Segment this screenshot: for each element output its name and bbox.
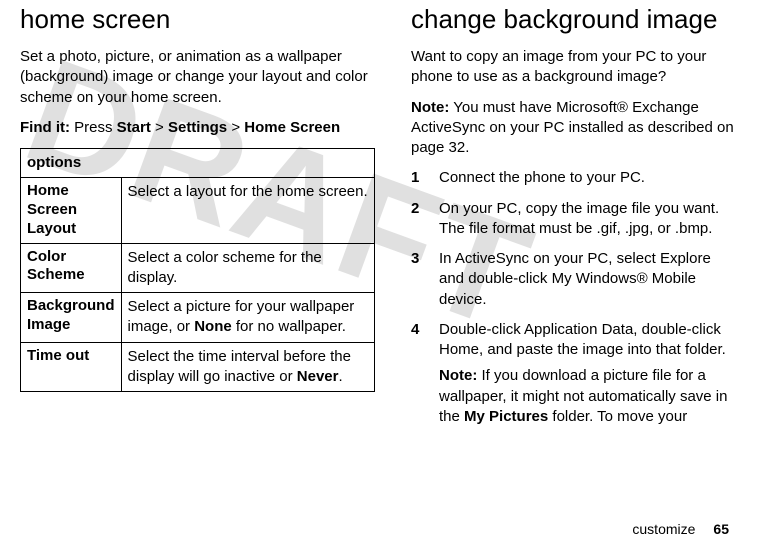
step-number: 4 [411, 320, 439, 427]
step-pre: Double-click [439, 321, 524, 338]
step-mid2: , double-click [633, 321, 721, 338]
options-header: options [21, 149, 375, 178]
find-it-path-2: Home Screen [244, 119, 340, 136]
find-it-path-0: Start [117, 119, 151, 136]
right-intro: Want to copy an image from your PC to yo… [411, 47, 737, 88]
step-subnote: Note: If you download a picture file for… [439, 366, 737, 427]
find-it-line: Find it: Press Start > Settings > Home S… [20, 118, 375, 138]
list-item: 1 Connect the phone to your PC. [411, 168, 737, 188]
step-text: In ActiveSync on your PC, select Explore… [439, 249, 737, 310]
right-heading: change background image [411, 2, 737, 37]
step-text: Double-click Application Data, double-cl… [439, 320, 737, 427]
option-desc-bold: Never [297, 368, 339, 385]
step-number: 3 [411, 249, 439, 310]
step-mid1: Application Data [524, 321, 633, 338]
option-desc: Select the time interval before the disp… [121, 342, 374, 392]
option-name: Time out [21, 342, 122, 392]
step-mid1: Explore [660, 250, 711, 267]
step-pre: In ActiveSync on your PC, select [439, 250, 660, 267]
step-mid2: and double-click [439, 270, 552, 287]
find-it-label: Find it: [20, 119, 70, 136]
footer-page-number: 65 [713, 521, 729, 537]
option-desc-bold: None [194, 318, 232, 335]
steps-list: 1 Connect the phone to your PC. 2 On you… [411, 168, 737, 427]
subnote-post: folder. To move your [548, 408, 687, 425]
option-name: Home Screen Layout [21, 178, 122, 243]
footer-section: customize [632, 521, 695, 537]
table-row: Background Image Select a picture for yo… [21, 293, 375, 343]
list-item: 2 On your PC, copy the image file you wa… [411, 199, 737, 240]
left-column: home screen Set a photo, picture, or ani… [20, 0, 375, 437]
left-intro: Set a photo, picture, or animation as a … [20, 47, 375, 108]
step-text: Connect the phone to your PC. [439, 168, 737, 188]
note-text: You must have Microsoft® Exchange Active… [411, 99, 734, 157]
step-text: On your PC, copy the image file you want… [439, 199, 737, 240]
step-number: 2 [411, 199, 439, 240]
option-desc: Select a layout for the home screen. [121, 178, 374, 243]
note-label: Note: [411, 99, 449, 116]
subnote-bold: My Pictures [464, 408, 548, 425]
step-post: . [482, 291, 486, 308]
option-desc: Select a color scheme for the display. [121, 243, 374, 293]
find-it-sep-0: > [151, 119, 168, 136]
option-desc-post: for no wallpaper. [232, 318, 346, 335]
table-row: Time out Select the time interval before… [21, 342, 375, 392]
list-item: 3 In ActiveSync on your PC, select Explo… [411, 249, 737, 310]
step-number: 1 [411, 168, 439, 188]
find-it-prefix: Press [74, 119, 117, 136]
find-it-path-1: Settings [168, 119, 227, 136]
option-name: Background Image [21, 293, 122, 343]
step-post: , and paste the image into that folder. [479, 341, 726, 358]
table-row: Color Scheme Select a color scheme for t… [21, 243, 375, 293]
table-header-row: options [21, 149, 375, 178]
table-row: Home Screen Layout Select a layout for t… [21, 178, 375, 243]
option-desc: Select a picture for your wallpaper imag… [121, 293, 374, 343]
right-column: change background image Want to copy an … [411, 0, 737, 437]
right-note: Note: You must have Microsoft® Exchange … [411, 98, 737, 159]
page-columns: home screen Set a photo, picture, or ani… [0, 0, 757, 437]
options-table: options Home Screen Layout Select a layo… [20, 148, 375, 392]
page-footer: customize 65 [632, 520, 729, 539]
subnote-label: Note: [439, 367, 477, 384]
option-desc-post: . [338, 368, 342, 385]
find-it-sep-1: > [227, 119, 244, 136]
option-name: Color Scheme [21, 243, 122, 293]
step-mid3: Home [439, 341, 479, 358]
list-item: 4 Double-click Application Data, double-… [411, 320, 737, 427]
left-heading: home screen [20, 2, 375, 37]
